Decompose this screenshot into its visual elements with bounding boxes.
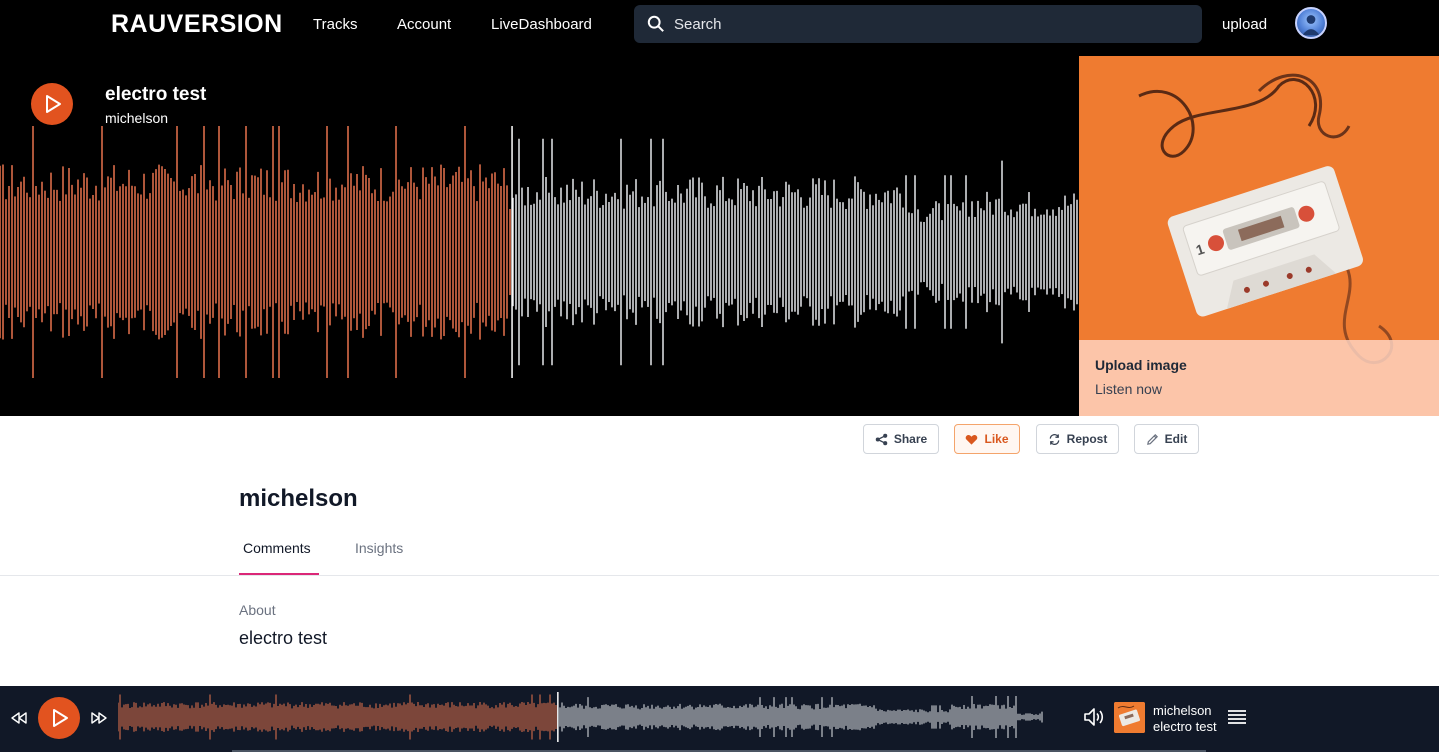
edit-label: Edit [1164,432,1188,446]
search-box [634,5,1202,43]
share-button[interactable]: Share [863,424,939,454]
edit-button[interactable]: Edit [1134,424,1199,454]
about-text: electro test [239,628,328,648]
cover-art: 1 Upload image Listen now [1079,56,1439,416]
pencil-icon [1146,433,1158,445]
tab-comments[interactable]: Comments [243,540,311,556]
avatar[interactable] [1295,7,1327,39]
upload-link[interactable]: upload [1222,16,1267,33]
track-artist[interactable]: michelson [105,110,168,126]
about-label: About [239,602,276,618]
player-artist[interactable]: michelson [1153,703,1212,718]
fast-forward-icon[interactable] [90,710,108,726]
volume-icon[interactable] [1083,706,1106,728]
tab-insights[interactable]: Insights [355,540,403,556]
like-button[interactable]: Like [954,424,1020,454]
track-title: electro test [105,84,207,105]
cover-overlay: Upload image Listen now [1079,340,1439,416]
player-track[interactable]: electro test [1153,719,1217,734]
upload-image-button[interactable]: Upload image [1095,357,1187,373]
hero-play-button[interactable] [31,83,73,125]
listen-now-label[interactable]: Listen now [1095,381,1162,397]
top-navbar: RAUVERSION Tracks Account LiveDashboard … [0,0,1439,56]
repost-label: Repost [1066,432,1108,446]
track-hero: electro test michelson 1 Upload image Li… [0,56,1439,416]
share-label: Share [893,432,928,446]
bottom-player: michelson electro test [0,686,1439,752]
search-icon [647,15,664,32]
nav-link-account[interactable]: Account [397,16,451,33]
player-thumbnail[interactable] [1114,702,1145,733]
hero-waveform[interactable] [0,126,1078,378]
logo[interactable]: RAUVERSION [111,10,283,39]
tabs-divider [0,575,1439,576]
search-input[interactable] [674,5,1194,43]
heart-icon [966,434,978,445]
profile-name: michelson [239,485,358,512]
nav-link-tracks[interactable]: Tracks [313,16,357,33]
queue-list-icon[interactable] [1227,708,1247,726]
like-label: Like [984,432,1009,446]
play-icon [46,95,61,113]
repost-button[interactable]: Repost [1036,424,1119,454]
nav-link-livedashboard[interactable]: LiveDashboard [491,16,592,33]
repost-icon [1049,433,1059,445]
play-icon [53,709,68,727]
player-waveform[interactable] [118,692,1044,742]
share-icon [875,433,888,445]
player-play-button[interactable] [38,697,80,739]
rewind-icon[interactable] [10,710,28,726]
